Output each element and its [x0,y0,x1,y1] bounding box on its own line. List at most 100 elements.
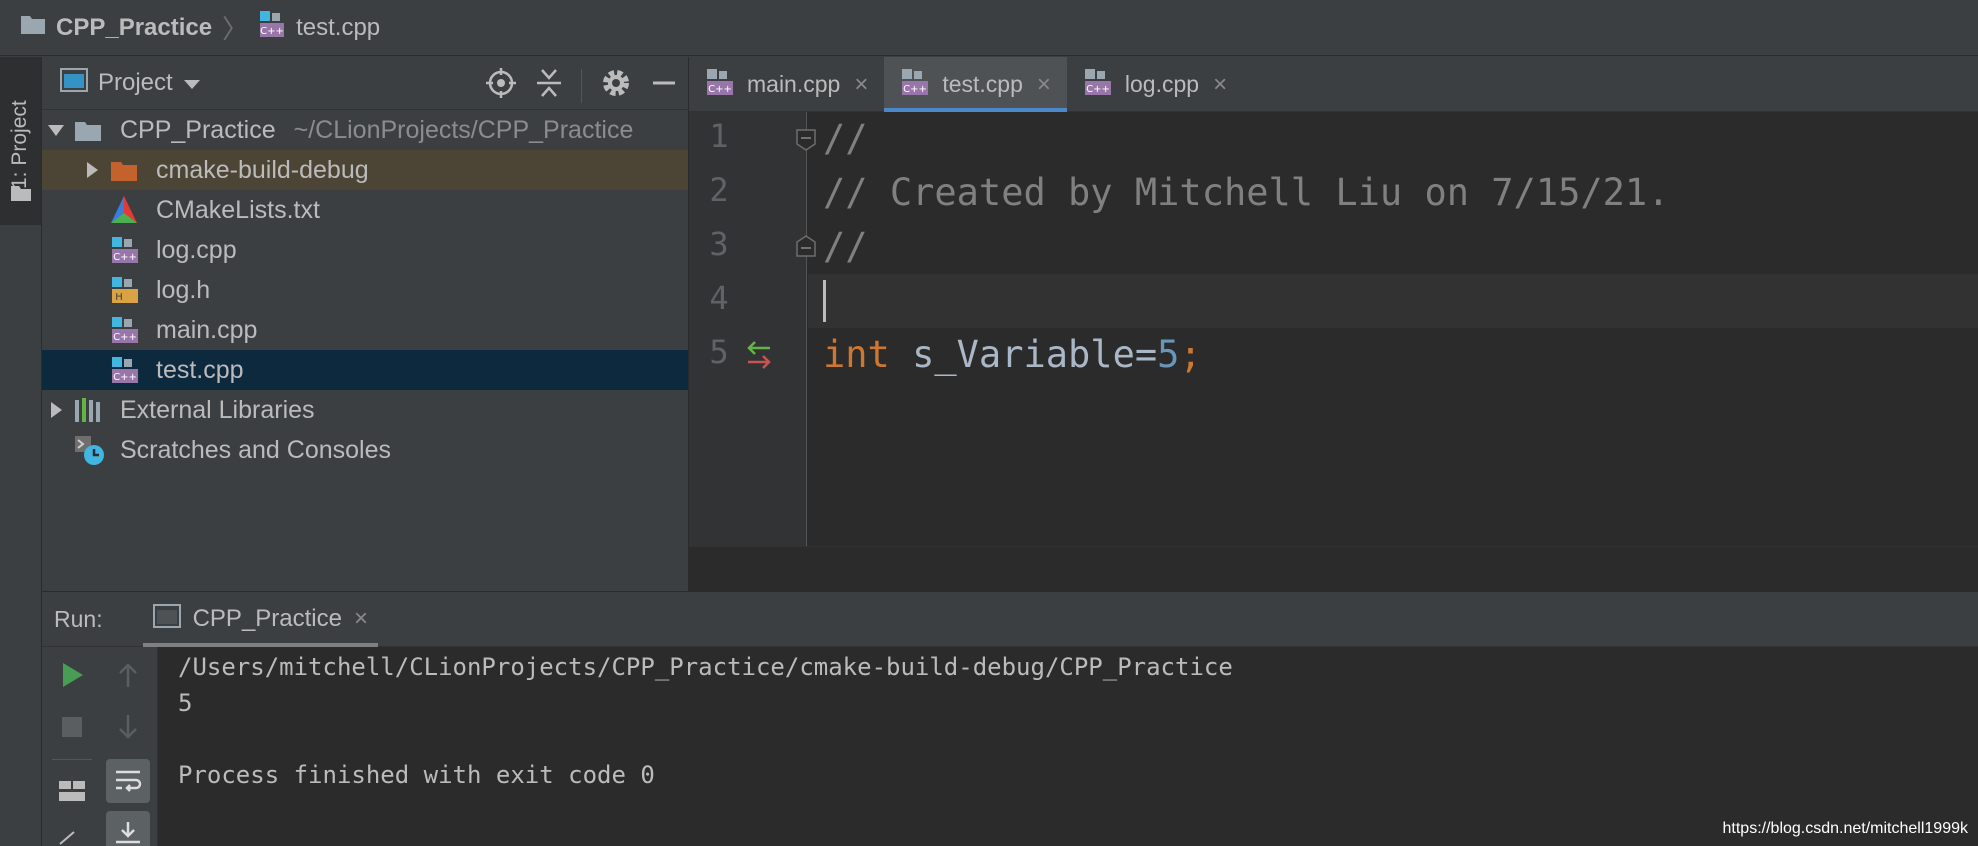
arrow-down-icon[interactable] [108,707,148,747]
toolbar-divider [581,68,582,103]
breadcrumb-project[interactable]: CPP_Practice [20,13,212,42]
editor-tabs: C++ main.cpp × C++ test.cpp × C++ log.cp… [689,57,1978,112]
watermark: https://blog.csdn.net/mitchell1999k [1722,820,1968,837]
chevron-right-icon[interactable] [82,160,102,180]
breadcrumb-file-label: test.cpp [296,13,381,41]
tree-item-label: cmake-build-debug [156,155,369,184]
run-panel-label: Run: [54,605,103,632]
tree-item-label: test.cpp [156,355,244,384]
gear-icon[interactable] [600,67,632,104]
code-editor[interactable]: 1 2 3 4 5 // // Created by Mitchell Liu … [689,112,1978,546]
tree-item-label: log.cpp [156,235,237,264]
project-root-path: ~/CLionProjects/CPP_Practice [293,115,634,144]
collapse-all-icon[interactable] [535,67,563,104]
line-number: 1 [709,117,729,155]
tab-log-cpp[interactable]: C++ log.cpp × [1067,57,1243,112]
project-panel-header: Project [42,57,688,110]
line-number: 2 [709,171,729,209]
chevron-right-icon[interactable] [46,400,66,420]
scratches-icon [74,434,106,473]
chevron-down-icon [183,69,201,97]
cpp-file-icon: C++ [110,355,140,392]
tree-item-test-cpp[interactable]: C++ test.cpp [42,350,688,390]
breadcrumb-separator: 〉 [222,14,249,44]
project-tool-tab[interactable]: 1: Project [0,57,41,225]
project-panel: Project CPP_Practice ~/CLionProjects/CPP… [42,57,689,591]
tree-item-label: Scratches and Consoles [120,435,391,464]
tab-label: test.cpp [942,71,1023,97]
tree-item-label: External Libraries [120,395,315,424]
editor-gutter: 1 2 3 4 5 [689,112,816,546]
project-panel-tools [485,67,678,104]
scroll-to-end-icon[interactable] [106,811,150,846]
text-caret [823,280,826,322]
libraries-icon [74,396,104,431]
project-tool-tab-label: 1: Project [8,100,31,189]
run-panel-header: Run: CPP_Practice × [42,591,1978,647]
rerun-icon[interactable] [52,655,92,695]
current-line-highlight [808,274,1978,328]
tree-item-label: main.cpp [156,315,258,344]
fold-icon[interactable] [795,234,817,263]
locate-icon[interactable] [485,67,517,104]
folder-icon [74,119,102,150]
folder-icon [20,13,46,42]
tree-item-cmake-build-debug[interactable]: cmake-build-debug [42,150,688,190]
layout-icon[interactable] [52,771,92,811]
arrow-up-icon[interactable] [108,655,148,695]
close-icon[interactable]: × [354,605,368,633]
cpp-file-icon: C++ [110,235,140,272]
stop-icon[interactable] [52,707,92,747]
svg-text:C++: C++ [113,332,137,343]
identifier-token: s_Variable= [889,333,1158,376]
keyword-token: int [823,333,890,376]
semicolon-token: ; [1179,333,1202,376]
breadcrumb-file[interactable]: C++ test.cpp [258,9,380,46]
run-tab-cpp-practice[interactable]: CPP_Practice × [142,591,379,647]
close-icon[interactable]: × [1037,71,1051,99]
tree-item-log-h[interactable]: H log.h [42,270,688,310]
hide-panel-icon[interactable] [650,67,678,104]
code-line-1: // [823,117,868,160]
console-line: Process finished with exit code 0 [178,761,655,789]
console-window-icon [152,603,181,635]
console-line: 5 [178,689,193,717]
tree-item-cmakelists[interactable]: CMakeLists.txt [42,190,688,230]
line-number: 3 [709,225,729,263]
soft-wrap-icon[interactable] [106,759,150,803]
tab-label: log.cpp [1124,71,1200,97]
close-icon[interactable]: × [854,71,868,99]
breadcrumb: CPP_Practice 〉 C++ test.cpp [0,0,1978,56]
more-arrow-icon[interactable] [58,827,78,846]
tree-item-external-libraries[interactable]: External Libraries [42,390,688,430]
close-icon[interactable]: × [1213,71,1227,99]
svg-text:C++: C++ [260,26,284,37]
tab-main-cpp[interactable]: C++ main.cpp × [689,57,884,112]
tree-item-main-cpp[interactable]: C++ main.cpp [42,310,688,350]
tree-item-log-cpp[interactable]: C++ log.cpp [42,230,688,270]
code-line-5: int s_Variable=5; [823,328,1202,382]
fold-icon[interactable] [795,128,817,157]
run-tab-label: CPP_Practice [192,605,342,632]
tree-item-scratches[interactable]: Scratches and Consoles [42,430,688,470]
tree-item-label: CMakeLists.txt [156,195,320,224]
svg-text:C++: C++ [113,252,137,263]
project-view-selector[interactable]: Project [60,67,201,99]
cpp-file-icon: C++ [110,315,140,352]
svg-text:C++: C++ [708,84,732,95]
cpp-file-icon: C++ [258,9,286,46]
chevron-down-icon[interactable] [46,120,66,140]
tree-item-project-root[interactable]: CPP_Practice ~/CLionProjects/CPP_Practice [42,110,688,150]
run-console[interactable]: /Users/mitchell/CLionProjects/CPP_Practi… [158,647,1978,846]
cmake-icon [110,195,138,232]
tree-item-label: log.h [156,275,211,304]
tab-test-cpp[interactable]: C++ test.cpp × [884,57,1067,112]
editor-footer [689,546,1978,591]
code-line-2: // Created by Mitchell Liu on 7/15/21. [823,171,1670,214]
console-line: /Users/mitchell/CLionProjects/CPP_Practi… [178,653,1233,681]
line-number: 5 [709,333,729,371]
project-root-name: CPP_Practice [120,115,276,144]
toolbar-divider [52,759,92,760]
left-tool-stripe: 1: Project [0,57,42,846]
navigate-related-icon[interactable] [744,338,774,377]
